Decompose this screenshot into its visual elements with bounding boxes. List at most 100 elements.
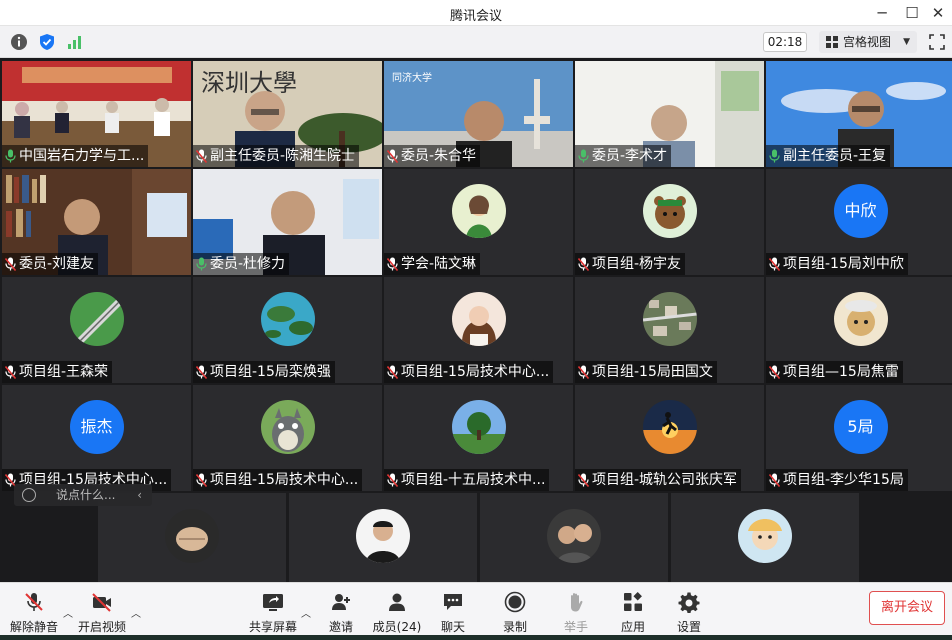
participant-tile[interactable]: 副主任委员-王复 (766, 61, 952, 167)
meeting-timer: 02:18 (763, 32, 807, 52)
participant-name-text: 项目组-十五局技术中... (401, 472, 546, 488)
share-screen-label: 共享屏幕 (248, 620, 297, 634)
shield-icon[interactable] (38, 33, 56, 51)
participant-name: 学会-陆文琳 (384, 253, 481, 275)
record-label: 录制 (502, 620, 527, 634)
minimize-button[interactable]: ─ (868, 2, 896, 24)
close-button[interactable]: ✕ (924, 2, 952, 24)
mic-muted-icon (25, 593, 43, 611)
participant-name: 项目组-15局技术中心... (193, 469, 363, 491)
info-icon[interactable] (10, 33, 28, 51)
mic-muted-icon (5, 257, 16, 271)
participant-name: 中国岩石力学与工... (2, 145, 149, 167)
participant-tile[interactable]: 项目组-15局田国文 (575, 277, 764, 383)
share-options-chevron-icon[interactable]: ︿ (301, 605, 311, 620)
maximize-button[interactable]: ☐ (898, 2, 926, 24)
mic-muted-icon (196, 149, 207, 163)
participant-tile[interactable]: 项目组-15局栾焕强 (193, 277, 382, 383)
avatar: 中欣 (833, 184, 888, 238)
participant-tile[interactable]: 项目组-十五局技术中... (384, 385, 573, 491)
avatar (642, 400, 697, 454)
participant-tile[interactable] (289, 493, 477, 582)
hand-icon (571, 593, 583, 612)
participant-tile[interactable]: 中欣 项目组-15局刘中欣 (766, 169, 952, 275)
participant-name-text: 项目组-李少华15局 (783, 472, 904, 488)
mic-muted-icon (769, 365, 780, 379)
participant-name-text: 委员-刘建友 (19, 256, 95, 272)
chat-icon (444, 594, 462, 610)
unmute-label: 解除静音 (9, 620, 58, 634)
participant-name-text: 项目组-15局刘中欣 (783, 256, 904, 272)
participant-name-text: 副主任委员-陈湘生院士 (210, 148, 356, 164)
participant-name: 项目组-15局技术中心... (384, 361, 554, 383)
emoji-icon[interactable] (22, 488, 36, 502)
participant-tile[interactable]: 委员-杜修力 (193, 169, 382, 275)
participant-tile[interactable]: 振杰 项目组-15局技术中心... (2, 385, 191, 491)
participant-tile[interactable]: 中国岩石力学与工... (2, 61, 191, 167)
participant-tile[interactable]: 深圳大學 副主任委员-陈湘生院士 (193, 61, 382, 167)
apps-button[interactable]: 应用 (603, 591, 663, 637)
mic-muted-icon (196, 365, 207, 379)
bottom-toolbar: 解除静音 ︿ 开启视频 ︿ 共享屏幕 ︿ 邀请 成员(24) 聊天 录制 举手 … (0, 582, 952, 640)
chat-button[interactable]: 聊天 (423, 591, 483, 637)
signal-icon[interactable] (66, 33, 84, 51)
participant-name-text: 项目组-15局技术中心... (210, 472, 359, 488)
mic-muted-icon (5, 365, 16, 379)
raise-hand-label: 举手 (563, 620, 588, 634)
invite-button[interactable]: 邀请 (311, 591, 371, 637)
avatar: 5局 (833, 400, 888, 454)
chat-input[interactable]: 说点什么... ‹ (14, 484, 152, 506)
participant-name-text: 委员-杜修力 (210, 256, 286, 272)
participant-name: 委员-杜修力 (193, 253, 290, 275)
participant-tile[interactable]: 项目组-杨宇友 (575, 169, 764, 275)
share-screen-button[interactable]: 共享屏幕 (243, 591, 303, 637)
participant-tile[interactable] (671, 493, 859, 582)
taskbar-strip (0, 635, 952, 640)
unmute-button[interactable]: 解除静音 (4, 591, 64, 637)
participant-name-text: 项目组-15局田国文 (592, 364, 713, 380)
members-label: 成员(24) (372, 620, 422, 634)
participant-tile[interactable]: 委员-刘建友 (2, 169, 191, 275)
mic-muted-icon (578, 473, 589, 487)
participant-tile[interactable]: 委员-李术才 (575, 61, 764, 167)
participant-tile[interactable]: 同济大学 委员-朱合华 (384, 61, 573, 167)
participant-tile[interactable] (98, 493, 286, 582)
participant-tile[interactable]: 学会-陆文琳 (384, 169, 573, 275)
participant-name-text: 委员-李术才 (592, 148, 668, 164)
members-button[interactable]: 成员(24) (367, 591, 427, 637)
add-person-icon (332, 594, 350, 610)
participant-name-text: 中国岩石力学与工... (19, 148, 145, 164)
mic-muted-icon (387, 473, 398, 487)
fullscreen-icon[interactable] (929, 34, 945, 50)
record-icon (504, 591, 526, 613)
avatar (738, 509, 792, 563)
participant-name: 项目组-15局田国文 (575, 361, 717, 383)
participant-tile[interactable]: 项目组-王森荣 (2, 277, 191, 383)
participant-tile[interactable]: 项目组-15局技术中心... (384, 277, 573, 383)
participant-name: 项目组-王森荣 (2, 361, 113, 383)
view-mode-dropdown[interactable]: 宫格视图 ▼ (819, 31, 917, 53)
settings-button[interactable]: 设置 (659, 591, 719, 637)
participant-name-text: 项目组-城轨公司张庆军 (592, 472, 738, 488)
record-button[interactable]: 录制 (485, 591, 545, 637)
participant-tile[interactable]: 项目组-城轨公司张庆军 (575, 385, 764, 491)
collapse-chevron-icon[interactable]: ‹ (137, 484, 142, 506)
participant-tile[interactable]: 5局 项目组-李少华15局 (766, 385, 952, 491)
view-mode-label: 宫格视图 (843, 35, 892, 49)
participant-name: 委员-刘建友 (2, 253, 99, 275)
leave-meeting-button[interactable]: 离开会议 (869, 591, 945, 625)
participant-tile[interactable] (480, 493, 668, 582)
gear-icon (678, 592, 700, 613)
start-video-button[interactable]: 开启视频 (72, 591, 132, 637)
participant-name-text: 项目组—15局焦雷 (783, 364, 899, 380)
participant-tile[interactable]: 项目组—15局焦雷 (766, 277, 952, 383)
avatar (260, 400, 315, 454)
mic-muted-icon (387, 365, 398, 379)
avatar (642, 292, 697, 346)
video-options-chevron-icon[interactable]: ︿ (131, 605, 141, 620)
raise-hand-button[interactable]: 举手 (546, 591, 606, 637)
avatar (451, 292, 506, 346)
members-icon (389, 593, 405, 611)
participant-tile[interactable]: 项目组-15局技术中心... (193, 385, 382, 491)
mic-muted-icon (769, 257, 780, 271)
